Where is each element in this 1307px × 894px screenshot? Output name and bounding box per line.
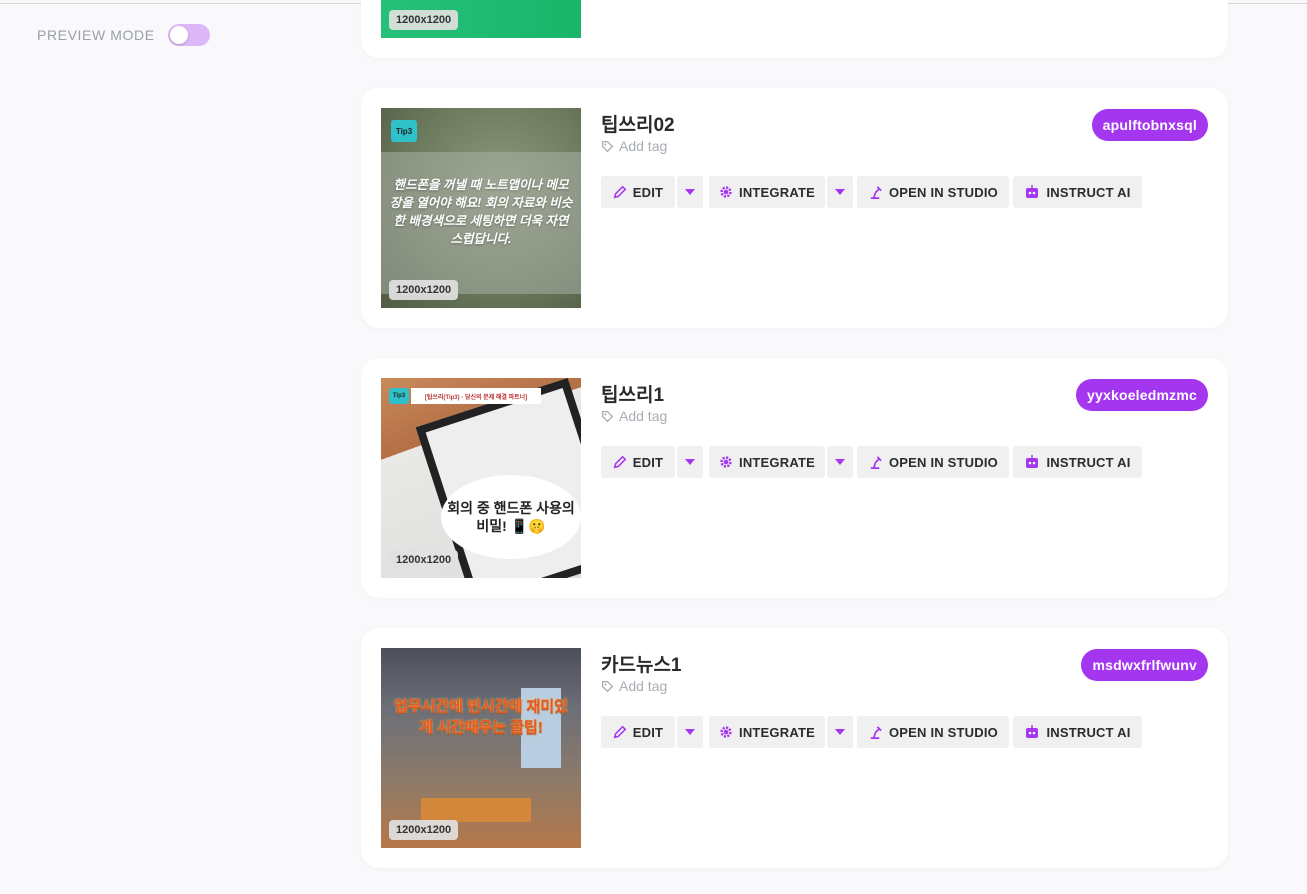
- instruct-ai-button[interactable]: INSTRUCT AI: [1013, 176, 1142, 208]
- add-tag-label: Add tag: [619, 408, 668, 424]
- integrate-label: INTEGRATE: [739, 454, 815, 470]
- instruct-ai-button[interactable]: INSTRUCT AI: [1013, 446, 1142, 478]
- integrate-button[interactable]: INTEGRATE: [709, 176, 825, 208]
- thumbnail-image: Tip3 핸드폰을 꺼낼 때 노트앱이나 메모장을 열어야 해요! 회의 자료와…: [381, 108, 581, 308]
- edit-button[interactable]: EDIT: [601, 716, 675, 748]
- thumbnail-banner: [팁쓰리(Tip3) - 당신의 문제 해결 파트너]: [411, 388, 541, 404]
- instruct-ai-label: INSTRUCT AI: [1046, 184, 1131, 200]
- open-in-studio-label: OPEN IN STUDIO: [889, 454, 998, 470]
- pencil-icon: [613, 185, 627, 199]
- robot-icon: [1026, 455, 1039, 468]
- edit-button[interactable]: EDIT: [601, 446, 675, 478]
- project-id-chip[interactable]: apulftobnxsql: [1091, 109, 1208, 141]
- card-actions: EDIT INTEGRATE OPEN IN STUDIO INSTRUCT A…: [601, 446, 1142, 478]
- gear-icon: [720, 186, 732, 198]
- size-badge: 1200x1200: [389, 820, 459, 840]
- size-badge: 1200x1200: [389, 280, 459, 300]
- card-thumbnail[interactable]: 업무시간에 빈시간에 재미있게 시간때우는 꿀팁! 1200x1200: [381, 648, 581, 848]
- gear-icon: [720, 726, 732, 738]
- add-tag-link[interactable]: Add tag: [601, 138, 667, 154]
- edit-dropdown-button[interactable]: [677, 716, 703, 748]
- studio-lamp-icon: [870, 725, 882, 739]
- card-actions: EDIT INTEGRATE OPEN IN STUDIO INSTRUCT A…: [601, 176, 1142, 208]
- robot-icon: [1026, 725, 1039, 738]
- card-actions: EDIT INTEGRATE OPEN IN STUDIO INSTRUCT A…: [601, 716, 1142, 748]
- integrate-label: INTEGRATE: [739, 724, 815, 740]
- add-tag-link[interactable]: Add tag: [601, 678, 667, 694]
- card-thumbnail[interactable]: Tip3 핸드폰을 꺼낼 때 노트앱이나 메모장을 열어야 해요! 회의 자료와…: [381, 108, 581, 308]
- tip3-logo: Tip3: [389, 388, 409, 404]
- thumbnail-table: [421, 798, 531, 822]
- open-in-studio-button[interactable]: OPEN IN STUDIO: [857, 176, 1009, 208]
- edit-label: EDIT: [632, 454, 664, 470]
- caret-down-icon: [835, 459, 845, 465]
- instruct-ai-label: INSTRUCT AI: [1046, 454, 1131, 470]
- thumbnail-text: 핸드폰을 꺼낼 때 노트앱이나 메모장을 열어야 해요! 회의 자료와 비슷한 …: [389, 178, 573, 246]
- open-in-studio-button[interactable]: OPEN IN STUDIO: [857, 446, 1009, 478]
- caret-down-icon: [835, 729, 845, 735]
- caret-down-icon: [685, 189, 695, 195]
- card-title[interactable]: 팁쓰리1: [601, 380, 664, 407]
- preview-mode-toggle[interactable]: [167, 24, 210, 46]
- tip3-logo: Tip3: [391, 120, 417, 142]
- open-in-studio-button[interactable]: OPEN IN STUDIO: [857, 716, 1009, 748]
- project-id-chip[interactable]: msdwxfrlfwunv: [1081, 649, 1208, 681]
- project-card: Tip3 [팁쓰리(Tip3) - 당신의 문제 해결 파트너] 회의 중 핸드…: [361, 358, 1228, 598]
- caret-down-icon: [685, 459, 695, 465]
- integrate-button[interactable]: INTEGRATE: [709, 716, 825, 748]
- size-badge: 1200x1200: [389, 550, 459, 570]
- integrate-button[interactable]: INTEGRATE: [709, 446, 825, 478]
- integrate-dropdown-button[interactable]: [827, 716, 853, 748]
- instruct-ai-label: INSTRUCT AI: [1046, 724, 1131, 740]
- robot-icon: [1026, 185, 1039, 198]
- toggle-knob: [169, 26, 188, 44]
- integrate-label: INTEGRATE: [739, 184, 815, 200]
- tag-icon: [601, 410, 614, 422]
- project-card: Tip3 핸드폰을 꺼낼 때 노트앱이나 메모장을 열어야 해요! 회의 자료와…: [361, 88, 1228, 328]
- integrate-dropdown-button[interactable]: [827, 176, 853, 208]
- pencil-icon: [613, 455, 627, 469]
- edit-label: EDIT: [632, 184, 664, 200]
- gear-icon: [720, 456, 732, 468]
- edit-dropdown-button[interactable]: [677, 176, 703, 208]
- card-title[interactable]: 카드뉴스1: [601, 650, 682, 677]
- size-badge: 1200x1200: [389, 10, 459, 30]
- thumbnail-image: Tip3 [팁쓰리(Tip3) - 당신의 문제 해결 파트너] 회의 중 핸드…: [381, 378, 581, 578]
- studio-lamp-icon: [870, 455, 882, 469]
- preview-mode-label: PREVIEW MODE: [37, 27, 155, 43]
- edit-label: EDIT: [632, 724, 664, 740]
- open-in-studio-label: OPEN IN STUDIO: [889, 724, 998, 740]
- caret-down-icon: [835, 189, 845, 195]
- edit-dropdown-button[interactable]: [677, 446, 703, 478]
- preview-mode: PREVIEW MODE: [37, 24, 210, 46]
- thumbnail-image: 업무시간에 빈시간에 재미있게 시간때우는 꿀팁!: [381, 648, 581, 848]
- edit-button[interactable]: EDIT: [601, 176, 675, 208]
- open-in-studio-label: OPEN IN STUDIO: [889, 184, 998, 200]
- thumbnail-bubble: 회의 중 핸드폰 사용의 비밀! 📱🤫: [441, 475, 581, 559]
- card-thumbnail[interactable]: Tip3 [팁쓰리(Tip3) - 당신의 문제 해결 파트너] 회의 중 핸드…: [381, 378, 581, 578]
- card-thumbnail[interactable]: 1200x1200: [381, 0, 581, 38]
- caret-down-icon: [685, 729, 695, 735]
- pencil-icon: [613, 725, 627, 739]
- project-card: 업무시간에 빈시간에 재미있게 시간때우는 꿀팁! 1200x1200 카드뉴스…: [361, 628, 1228, 868]
- thumbnail-text: 업무시간에 빈시간에 재미있게 시간때우는 꿀팁!: [394, 698, 568, 736]
- studio-lamp-icon: [870, 185, 882, 199]
- card-title[interactable]: 팁쓰리02: [601, 110, 675, 137]
- integrate-dropdown-button[interactable]: [827, 446, 853, 478]
- project-id-chip[interactable]: yyxkoeledmzmc: [1076, 379, 1208, 411]
- add-tag-label: Add tag: [619, 678, 668, 694]
- tag-icon: [601, 680, 614, 692]
- instruct-ai-button[interactable]: INSTRUCT AI: [1013, 716, 1142, 748]
- add-tag-label: Add tag: [619, 138, 668, 154]
- tag-icon: [601, 140, 614, 152]
- project-card-partial: 1200x1200: [361, 0, 1228, 58]
- add-tag-link[interactable]: Add tag: [601, 408, 667, 424]
